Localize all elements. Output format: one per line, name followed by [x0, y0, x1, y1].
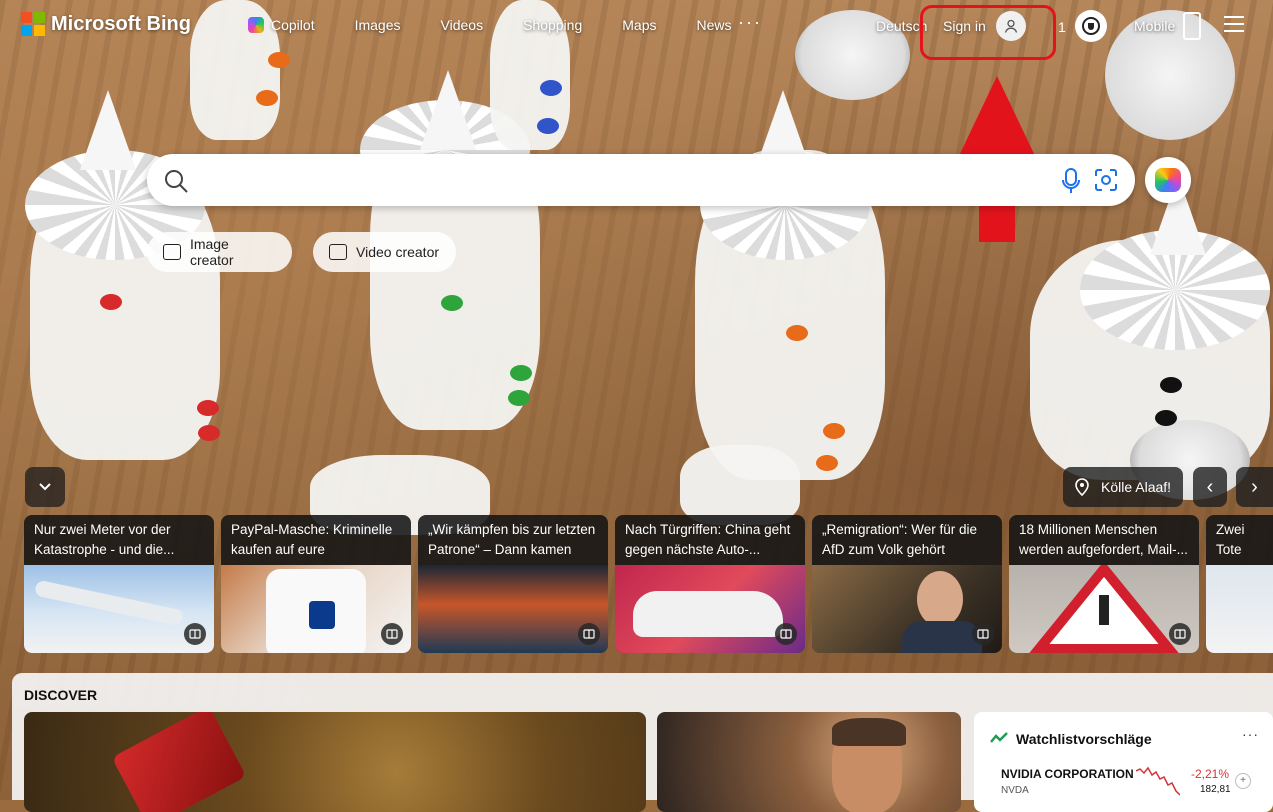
discover-card[interactable]	[657, 712, 961, 812]
mobile-label: Mobile	[1134, 18, 1176, 34]
watchlist-title: Watchlistvorschläge	[1016, 731, 1152, 747]
microphone-icon[interactable]	[1061, 167, 1081, 195]
main-nav: Copilot Images Videos Shopping Maps News	[248, 17, 772, 33]
news-card[interactable]: 18 Millionen Menschen werden aufgeforder…	[1009, 515, 1199, 653]
image-creator-button[interactable]: Image creator	[147, 232, 292, 272]
top-header: Microsoft Bing Copilot Images Videos Sho…	[0, 0, 1273, 60]
stock-sparkline	[1136, 766, 1180, 796]
news-card[interactable]: Nach Türgriffen: China geht gegen nächst…	[615, 515, 805, 653]
image-location-button[interactable]: Kölle Alaaf!	[1063, 467, 1184, 507]
stock-row[interactable]: NVIDIA CORPORATION NVDA -2,21% 182,81 +	[991, 763, 1265, 803]
news-card-title: Zwei Tote Lawinenab...	[1216, 522, 1273, 564]
mobile-button[interactable]: Mobile	[1134, 12, 1202, 40]
chevron-right-icon: ›	[1251, 475, 1258, 498]
search-icon	[165, 170, 188, 193]
image-creator-label: Image creator	[189, 236, 234, 268]
image-location-label: Kölle Alaaf!	[1101, 479, 1172, 495]
copilot-button[interactable]	[1145, 157, 1191, 203]
news-card-image	[1206, 565, 1273, 653]
discover-heading: DISCOVER	[24, 687, 98, 703]
visual-search-icon[interactable]	[1093, 167, 1119, 193]
news-card[interactable]: Zwei Tote Lawinenab...	[1206, 515, 1273, 653]
image-creator-icon	[163, 244, 181, 260]
search-input[interactable]	[203, 164, 1047, 198]
nav-maps[interactable]: Maps	[622, 17, 656, 33]
nav-shopping[interactable]: Shopping	[523, 17, 582, 33]
bing-logo[interactable]: Microsoft Bing	[21, 12, 191, 36]
read-article-icon	[578, 623, 600, 645]
microsoft-logo-icon	[21, 12, 45, 36]
search-bar	[147, 154, 1135, 206]
news-card[interactable]: Nur zwei Meter vor der Katastrophe - und…	[24, 515, 214, 653]
stock-trend-icon	[990, 732, 1008, 743]
news-card[interactable]: PayPal-Masche: Kriminelle kaufen auf eur…	[221, 515, 411, 653]
video-creator-button[interactable]: Video creator	[313, 232, 456, 272]
brand-name: Microsoft Bing	[51, 12, 191, 35]
phone-icon	[1183, 12, 1202, 40]
read-article-icon	[381, 623, 403, 645]
collapse-feed-button[interactable]	[25, 467, 65, 507]
news-card-title: „Wir kämpfen bis zur letzten Patrone“ – …	[428, 522, 596, 564]
news-card[interactable]: „Remigration“: Wer für die AfD zum Volk …	[812, 515, 1002, 653]
nav-copilot[interactable]: Copilot	[248, 17, 315, 33]
read-article-icon	[184, 623, 206, 645]
read-article-icon	[775, 623, 797, 645]
news-card-title: 18 Millionen Menschen werden aufgeforder…	[1019, 522, 1188, 557]
rewards-points: 1	[1058, 19, 1066, 35]
stock-ticker: NVDA	[1001, 785, 1029, 796]
chevron-down-icon	[39, 483, 51, 491]
video-creator-icon	[329, 244, 347, 260]
rewards-trophy-icon	[1082, 17, 1100, 35]
add-to-watchlist-icon[interactable]: +	[1235, 773, 1251, 789]
news-card-title: Nur zwei Meter vor der Katastrophe - und…	[34, 522, 175, 557]
nav-images[interactable]: Images	[355, 17, 401, 33]
rewards-button[interactable]	[1075, 10, 1107, 42]
more-nav-button[interactable]: ···	[738, 12, 762, 33]
read-article-icon	[972, 623, 994, 645]
video-creator-label: Video creator	[356, 244, 440, 260]
discover-section: DISCOVER Watchlistvorschläge ··· NVIDIA …	[12, 673, 1273, 812]
stock-change: -2,21%	[1191, 767, 1230, 781]
location-pin-icon	[1075, 478, 1089, 496]
stock-name: NVIDIA CORPORATION	[1001, 767, 1134, 781]
nav-videos[interactable]: Videos	[441, 17, 484, 33]
nav-news[interactable]: News	[696, 17, 731, 33]
chevron-left-icon: ‹	[1206, 475, 1214, 498]
hamburger-menu-icon[interactable]	[1224, 16, 1244, 37]
copilot-icon	[248, 17, 264, 33]
read-article-icon	[1169, 623, 1191, 645]
news-card-title: „Remigration“: Wer für die AfD zum Volk …	[822, 522, 978, 557]
news-card-title: PayPal-Masche: Kriminelle kaufen auf eur…	[231, 522, 393, 564]
watchlist-widget: Watchlistvorschläge ··· NVIDIA CORPORATI…	[974, 712, 1273, 812]
watchlist-more-button[interactable]: ···	[1242, 726, 1259, 742]
next-image-button[interactable]: ›	[1236, 467, 1273, 507]
stock-price: 182,81	[1200, 784, 1231, 795]
news-card-title: Nach Türgriffen: China geht gegen nächst…	[625, 522, 791, 557]
sign-in-highlight	[920, 5, 1056, 60]
copilot-logo-icon	[1155, 168, 1181, 192]
discover-card[interactable]	[24, 712, 646, 812]
nav-label: Copilot	[271, 17, 315, 33]
previous-image-button[interactable]: ‹	[1193, 467, 1227, 507]
news-card[interactable]: „Wir kämpfen bis zur letzten Patrone“ – …	[418, 515, 608, 653]
